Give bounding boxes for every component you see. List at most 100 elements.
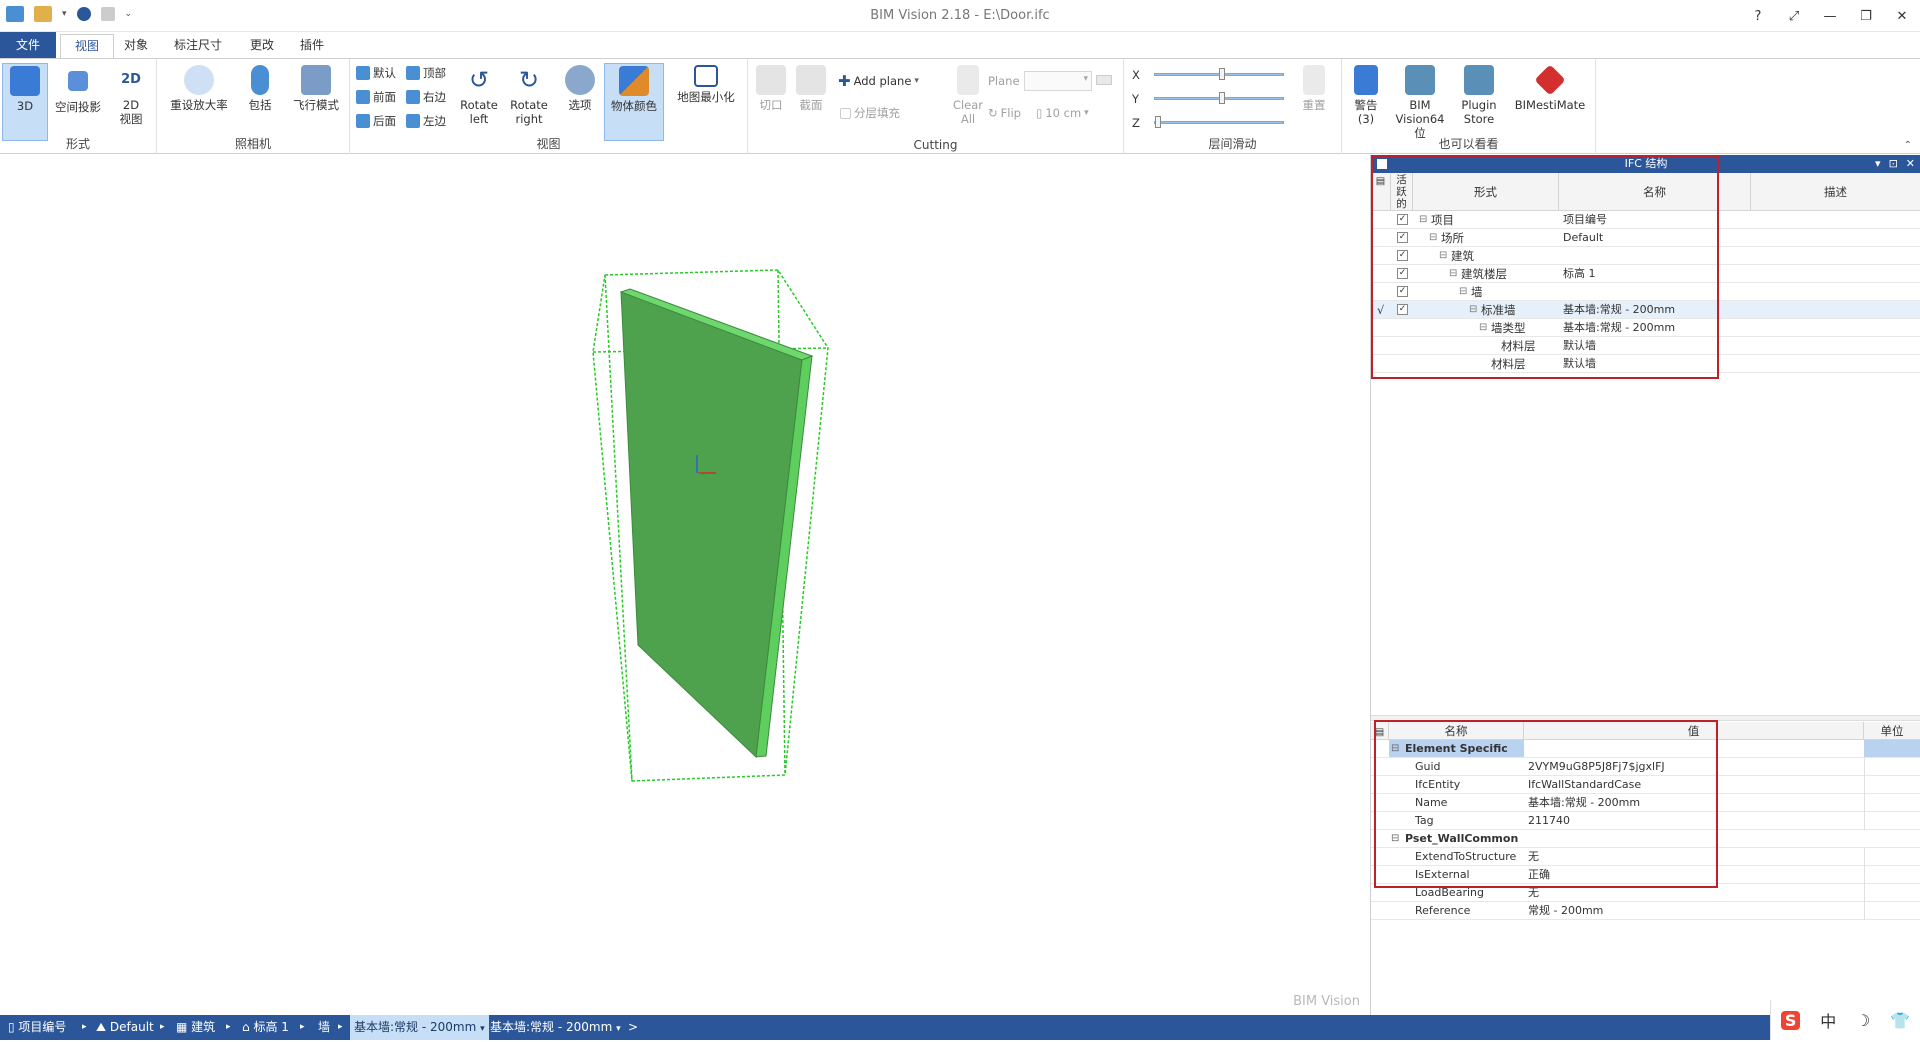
tab-dimension[interactable]: 标注尺寸 <box>160 34 236 58</box>
status-crumb-building[interactable]: ▦ 建筑 <box>176 1015 215 1040</box>
grid-menu-header[interactable]: ▤ <box>1371 173 1391 211</box>
add-plane-button[interactable]: ✚ Add plane ▾ <box>838 71 919 91</box>
chinese-mode-icon[interactable]: 中 <box>1820 1008 1836 1032</box>
active-checkbox[interactable]: ✓ <box>1397 268 1408 279</box>
form-column-header[interactable]: 形式 <box>1413 173 1559 211</box>
property-row[interactable]: ExtendToStructure 无 <box>1371 848 1920 866</box>
panel-dropdown-icon[interactable]: ▾ <box>1875 155 1881 173</box>
thickness-spinner[interactable]: ▯ 10 cm ▾ <box>1036 103 1089 123</box>
help-button[interactable]: ? <box>1740 0 1776 32</box>
active-checkbox[interactable]: ✓ <box>1397 304 1408 315</box>
section-button[interactable]: 截面 <box>792 63 830 112</box>
close-button[interactable]: ✕ <box>1884 0 1920 32</box>
z-slider[interactable] <box>1154 116 1284 128</box>
3d-button[interactable]: 3D <box>2 63 48 141</box>
fly-mode-button[interactable]: 飞行模式 <box>287 63 345 112</box>
active-checkbox[interactable]: ✓ <box>1397 250 1408 261</box>
status-crumb-project[interactable]: ▯ 项目编号 <box>8 1015 66 1040</box>
property-row[interactable]: Reference 常规 - 200mm <box>1371 902 1920 920</box>
status-crumb-storey[interactable]: ⌂ 标高 1 <box>242 1015 289 1040</box>
view-right-button[interactable]: 右边 <box>406 87 446 107</box>
table-row[interactable]: 材料层 默认墙 <box>1371 337 1920 355</box>
2d-view-button[interactable]: 2D 2D 视图 <box>108 63 154 126</box>
property-row[interactable]: LoadBearing 无 <box>1371 884 1920 902</box>
view-back-button[interactable]: 后面 <box>356 111 396 131</box>
status-crumb-wall[interactable]: 墙 <box>318 1015 330 1040</box>
options-button[interactable]: 选项 <box>560 63 600 112</box>
plugin-store-button[interactable]: Plugin Store <box>1454 63 1504 126</box>
reset-zoom-button[interactable]: 重设放大率 <box>167 63 231 112</box>
table-row[interactable]: ✓ ⊟ 场所 Default <box>1371 229 1920 247</box>
table-row[interactable]: √ ✓ ⊟ 标准墙 基本墙:常规 - 200mm <box>1371 301 1920 319</box>
props-value-header[interactable]: 值 <box>1524 722 1864 740</box>
active-checkbox[interactable]: ✓ <box>1397 286 1408 297</box>
group-collapse-icon[interactable]: ⊟ <box>1391 740 1399 758</box>
tab-file[interactable]: 文件 <box>0 32 56 58</box>
props-name-header[interactable]: 名称 <box>1389 722 1524 740</box>
status-more-arrow[interactable]: > <box>628 1015 638 1040</box>
view-left-button[interactable]: 左边 <box>406 111 446 131</box>
property-row[interactable]: Name 基本墙:常规 - 200mm <box>1371 794 1920 812</box>
moon-icon[interactable]: ☽ <box>1856 1011 1870 1030</box>
panel-pin-icon[interactable]: ⊡ <box>1889 155 1898 173</box>
shirt-icon[interactable]: 👕 <box>1890 1011 1910 1030</box>
active-checkbox[interactable]: ✓ <box>1397 232 1408 243</box>
name-column-header[interactable]: 名称 <box>1559 173 1751 211</box>
tab-view[interactable]: 视图 <box>60 34 115 58</box>
flip-button[interactable]: ↻ Flip <box>988 103 1021 123</box>
table-row[interactable]: 材料层 默认墙 <box>1371 355 1920 373</box>
layer-fill-checkbox[interactable]: 分层填充 <box>840 103 900 123</box>
desc-column-header[interactable]: 描述 <box>1751 173 1920 211</box>
active-column-header[interactable]: 活 跃 的 <box>1391 173 1413 211</box>
props-menu-header[interactable]: ▤ <box>1371 722 1389 740</box>
3d-viewport[interactable]: BIM Vision <box>0 155 1370 1015</box>
table-row[interactable]: ✓ ⊟ 建筑楼层 标高 1 <box>1371 265 1920 283</box>
clear-all-button[interactable]: Clear All <box>948 63 988 126</box>
view-default-button[interactable]: 默认 <box>356 63 396 83</box>
property-row[interactable]: Guid 2VYM9uG8P5J8Fj7$jgxlFJ <box>1371 758 1920 776</box>
tab-plugins[interactable]: 插件 <box>286 34 338 58</box>
sogou-ime-icon[interactable]: S <box>1780 1010 1801 1030</box>
tree-collapse-icon[interactable]: ⊟ <box>1449 265 1457 283</box>
property-row[interactable]: IfcEntity IfcWallStandardCase <box>1371 776 1920 794</box>
tab-modify[interactable]: 更改 <box>236 34 288 58</box>
rotate-left-button[interactable]: ↺ Rotate left <box>456 63 502 126</box>
view-top-button[interactable]: 顶部 <box>406 63 446 83</box>
property-group-row[interactable]: ⊟ Element Specific <box>1371 740 1920 758</box>
tree-collapse-icon[interactable]: ⊟ <box>1479 319 1487 337</box>
panel-splitter[interactable] <box>1371 715 1920 721</box>
cut-button[interactable]: 切口 <box>752 63 790 112</box>
table-row[interactable]: ✓ ⊟ 项目 项目编号 <box>1371 211 1920 229</box>
bimestimate-button[interactable]: BIMestiMate <box>1510 63 1590 112</box>
y-slider-thumb[interactable] <box>1219 92 1225 104</box>
object-color-button[interactable]: 物体颜色 <box>604 63 664 141</box>
x-slider-thumb[interactable] <box>1219 68 1225 80</box>
tree-collapse-icon[interactable]: ⊟ <box>1469 301 1477 319</box>
z-slider-thumb[interactable] <box>1155 116 1161 128</box>
wall-front-face[interactable] <box>620 291 803 759</box>
rotate-right-button[interactable]: ↻ Rotate right <box>506 63 552 126</box>
tab-object[interactable]: 对象 <box>110 34 162 58</box>
wall-model[interactable] <box>0 155 1370 1015</box>
table-row[interactable]: ✓ ⊟ 墙 <box>1371 283 1920 301</box>
include-button[interactable]: 包括 <box>237 63 283 112</box>
restore-button[interactable]: ❐ <box>1848 0 1884 32</box>
minimize-button[interactable]: — <box>1812 0 1848 32</box>
status-crumb-wall-type[interactable]: 基本墙:常规 - 200mm ▾ <box>490 1015 621 1040</box>
minimize-map-button[interactable]: 地图最小化 <box>672 63 740 104</box>
plane-spin-icon[interactable] <box>1096 75 1112 85</box>
x-slider[interactable] <box>1154 68 1284 80</box>
warnings-button[interactable]: 警告 (3) <box>1346 63 1386 126</box>
tree-collapse-icon[interactable]: ⊟ <box>1459 283 1467 301</box>
collapse-ribbon-icon[interactable]: ⌃ <box>1904 140 1912 151</box>
status-crumb-standard-wall[interactable]: 基本墙:常规 - 200mm ▾ <box>350 1015 489 1040</box>
status-crumb-site[interactable]: ⛰ Default <box>96 1015 154 1040</box>
spatial-projection-button[interactable]: 空间投影 <box>52 63 104 114</box>
tree-collapse-icon[interactable]: ⊟ <box>1419 211 1427 229</box>
view-front-button[interactable]: 前面 <box>356 87 396 107</box>
tree-collapse-icon[interactable]: ⊟ <box>1429 229 1437 247</box>
property-row[interactable]: Tag 211740 <box>1371 812 1920 830</box>
tree-collapse-icon[interactable]: ⊟ <box>1439 247 1447 265</box>
plane-select[interactable]: ▾ <box>1024 71 1092 91</box>
table-row[interactable]: ✓ ⊟ 建筑 <box>1371 247 1920 265</box>
